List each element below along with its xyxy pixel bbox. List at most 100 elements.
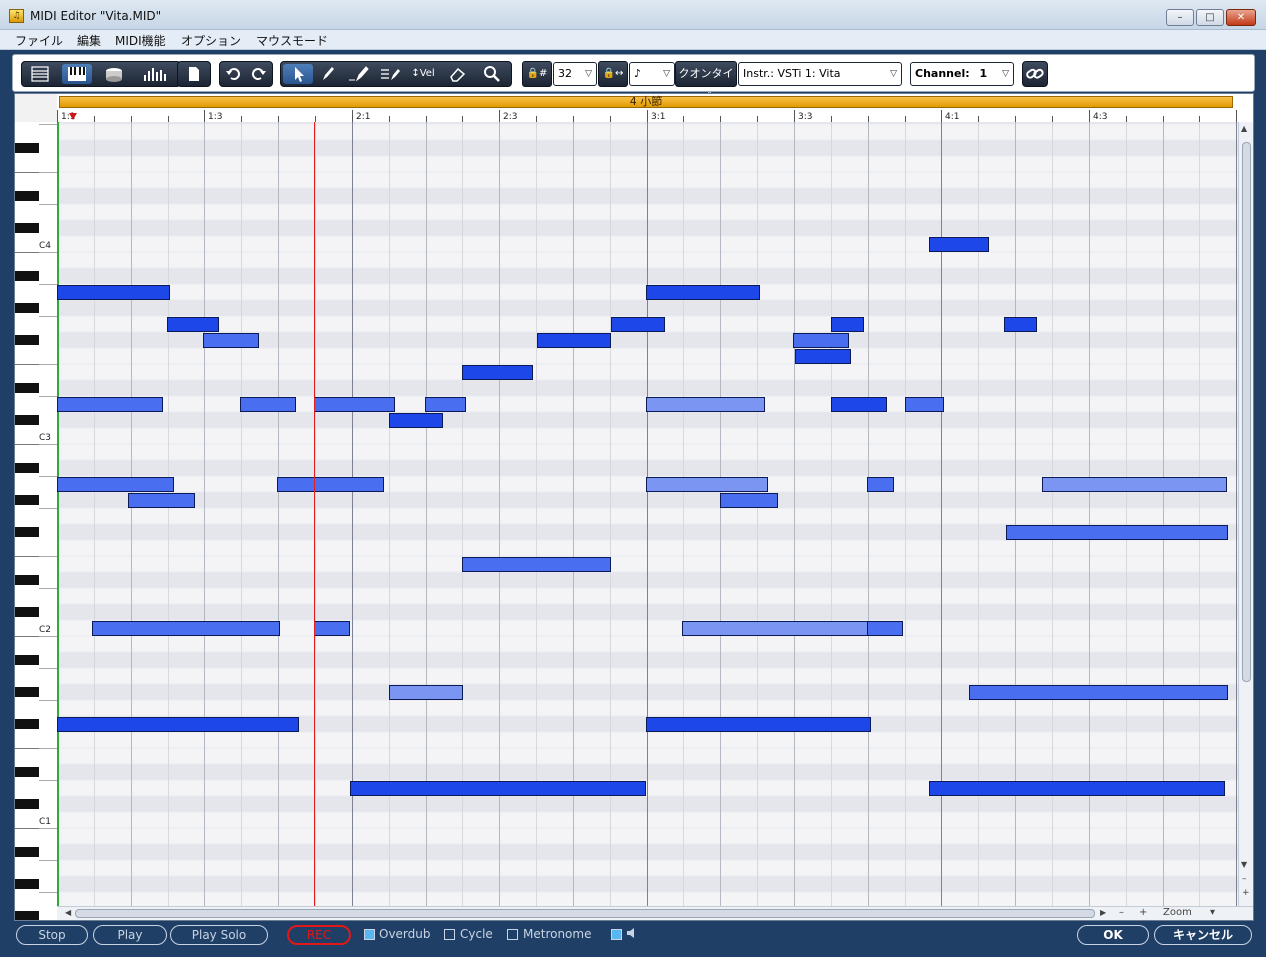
stop-button[interactable]: Stop xyxy=(16,925,88,945)
pencil-icon[interactable] xyxy=(313,64,343,84)
midi-note[interactable] xyxy=(646,285,760,300)
ok-button[interactable]: OK xyxy=(1077,925,1149,945)
timeline-ruler[interactable]: 4 小節 1:1 1:3 2:1 2:3 3:1 3:3 4:1 4:3 xyxy=(57,94,1253,122)
controller-icon[interactable] xyxy=(136,64,176,84)
midi-note[interactable] xyxy=(425,397,466,412)
midi-note[interactable] xyxy=(929,781,1225,796)
midi-note[interactable] xyxy=(350,781,646,796)
minimize-button[interactable]: – xyxy=(1166,9,1194,26)
black-key xyxy=(15,767,39,777)
midi-note[interactable] xyxy=(831,397,887,412)
link-icon[interactable] xyxy=(1023,64,1047,84)
line-icon[interactable] xyxy=(343,64,373,84)
midi-note[interactable] xyxy=(92,621,280,636)
midi-note[interactable] xyxy=(867,621,903,636)
midi-note[interactable] xyxy=(389,413,443,428)
midi-note[interactable] xyxy=(1004,317,1037,332)
midi-note[interactable] xyxy=(867,477,894,492)
drum-icon[interactable] xyxy=(99,64,129,84)
zoom-out-button[interactable]: – xyxy=(1119,907,1124,918)
maximize-button[interactable]: □ xyxy=(1196,9,1224,26)
midi-note[interactable] xyxy=(646,477,768,492)
speaker-checkbox[interactable] xyxy=(611,929,622,940)
midi-note[interactable] xyxy=(969,685,1228,700)
metronome-checkbox[interactable] xyxy=(507,929,518,940)
velocity-icon[interactable]: ↕Vel xyxy=(407,64,439,84)
midi-note[interactable] xyxy=(905,397,944,412)
midi-note[interactable] xyxy=(1042,477,1227,492)
vertical-zoom-out-icon[interactable]: – xyxy=(1242,874,1247,884)
instrument-select[interactable]: Instr.: VSTi 1: Vita ▽ xyxy=(738,62,902,86)
midi-note[interactable] xyxy=(389,685,463,700)
length-value-select[interactable]: ♪ ▽ xyxy=(629,62,675,86)
zoom-select[interactable]: Zoom ▾ xyxy=(1157,907,1219,919)
scroll-left-icon[interactable]: ◀ xyxy=(65,908,71,917)
midi-note[interactable] xyxy=(831,317,864,332)
midi-note[interactable] xyxy=(793,333,849,348)
midi-note[interactable] xyxy=(128,493,195,508)
midi-note[interactable] xyxy=(203,333,259,348)
midi-note[interactable] xyxy=(537,333,611,348)
list-view-icon[interactable] xyxy=(25,64,55,84)
magnifier-icon[interactable] xyxy=(477,64,507,84)
midi-note[interactable] xyxy=(929,237,989,252)
midi-note[interactable] xyxy=(646,397,765,412)
midi-note[interactable] xyxy=(720,493,778,508)
pointer-icon[interactable] xyxy=(283,64,313,84)
zoom-in-button[interactable]: + xyxy=(1139,907,1147,918)
midi-note[interactable] xyxy=(462,557,611,572)
snap-lock-button[interactable]: 🔒# xyxy=(522,61,552,87)
undo-icon[interactable] xyxy=(220,64,246,84)
midi-note[interactable] xyxy=(1006,525,1228,540)
note-canvas[interactable] xyxy=(57,122,1238,906)
piano-roll-icon[interactable] xyxy=(62,64,92,84)
midi-note[interactable] xyxy=(462,365,533,380)
midi-note[interactable] xyxy=(57,397,163,412)
close-button[interactable]: ✕ xyxy=(1226,9,1256,26)
horizontal-scroll-thumb[interactable] xyxy=(75,909,1095,918)
page-icon[interactable] xyxy=(179,64,209,84)
overdub-checkbox[interactable] xyxy=(364,929,375,940)
piano-roll-grid[interactable] xyxy=(57,122,1238,906)
midi-note[interactable] xyxy=(57,477,174,492)
keyboard-keys[interactable]: C4 C3 C2 C1 xyxy=(15,94,57,921)
menu-options[interactable]: オプション xyxy=(181,32,241,49)
record-button[interactable]: REC xyxy=(287,925,351,945)
menu-file[interactable]: ファイル xyxy=(15,32,63,49)
redo-icon[interactable] xyxy=(246,64,272,84)
midi-note[interactable] xyxy=(57,717,299,732)
scroll-right-icon[interactable]: ▶ xyxy=(1100,908,1106,917)
midi-note[interactable] xyxy=(314,397,395,412)
midi-note[interactable] xyxy=(795,349,851,364)
scroll-down-icon[interactable]: ▼ xyxy=(1241,860,1247,869)
midi-note[interactable] xyxy=(277,477,384,492)
midi-note[interactable] xyxy=(682,621,875,636)
midi-note[interactable] xyxy=(314,621,350,636)
cancel-button[interactable]: キャンセル xyxy=(1154,925,1252,945)
cycle-checkbox[interactable] xyxy=(444,929,455,940)
vertical-zoom-in-icon[interactable]: + xyxy=(1242,888,1250,898)
menu-edit[interactable]: 編集 xyxy=(77,32,101,49)
menu-midi-functions[interactable]: MIDI機能 xyxy=(115,32,166,49)
piano-keyboard[interactable]: C4 C3 C2 C1 xyxy=(15,94,57,921)
menu-mouse-mode[interactable]: マウスモード xyxy=(256,32,328,49)
menu-bar: ファイル 編集 MIDI機能 オプション マウスモード xyxy=(0,30,1266,50)
vertical-scroll-thumb[interactable] xyxy=(1242,142,1251,682)
midi-note[interactable] xyxy=(240,397,296,412)
quantize-button[interactable]: クオンタイズ xyxy=(675,61,737,104)
midi-note[interactable] xyxy=(646,717,871,732)
play-solo-button[interactable]: Play Solo xyxy=(170,925,268,945)
list-edit-icon[interactable] xyxy=(375,64,405,84)
length-lock-button[interactable]: 🔒↔ xyxy=(598,61,628,87)
loop-range-bar[interactable]: 4 小節 xyxy=(59,96,1233,108)
vertical-scrollbar[interactable]: ▲ ▼ – + xyxy=(1238,122,1253,906)
play-button[interactable]: Play xyxy=(93,925,167,945)
scroll-up-icon[interactable]: ▲ xyxy=(1241,124,1247,133)
midi-note[interactable] xyxy=(167,317,219,332)
snap-value-select[interactable]: 32 ▽ xyxy=(553,62,597,86)
eraser-icon[interactable] xyxy=(443,64,473,84)
midi-note[interactable] xyxy=(57,285,170,300)
channel-select[interactable]: Channel: 1 ▽ xyxy=(910,62,1014,86)
midi-note[interactable] xyxy=(611,317,665,332)
horizontal-scrollbar[interactable]: ◀ ▶ – + Zoom ▾ xyxy=(57,906,1253,920)
